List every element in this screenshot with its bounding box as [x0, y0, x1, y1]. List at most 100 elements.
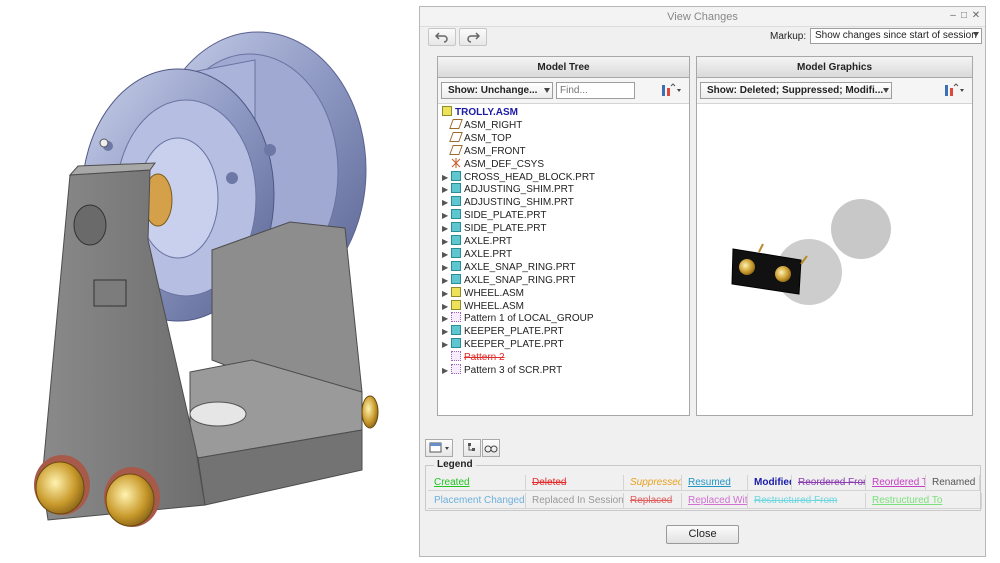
tree-item[interactable]: Pattern 2: [442, 351, 505, 364]
expand-arrow-icon[interactable]: ▶: [442, 209, 451, 222]
expand-arrow-icon[interactable]: ▶: [442, 248, 451, 261]
legend-item: Placement Changed: [428, 493, 526, 509]
part-icon: [451, 247, 461, 258]
tree-item[interactable]: ASM_DEF_CSYS: [442, 157, 545, 171]
tree-item[interactable]: ▶ KEEPER_PLATE.PRT: [442, 338, 564, 351]
glasses-view-button[interactable]: [482, 439, 500, 457]
pattern-icon: [451, 351, 461, 362]
find-input[interactable]: [556, 82, 635, 99]
dialog-title: View Changes: [667, 11, 738, 23]
model-graphics-title: Model Graphics: [697, 57, 972, 78]
part-icon: [451, 235, 461, 245]
tree-item[interactable]: ▶ ADJUSTING_SHIM.PRT: [442, 196, 574, 209]
expand-arrow-icon[interactable]: ▶: [442, 171, 451, 184]
tree-item[interactable]: ▶ WHEEL.ASM: [442, 286, 524, 300]
tree-item[interactable]: ▶ KEEPER_PLATE.PRT: [442, 325, 564, 338]
layout-dropdown-button[interactable]: [425, 439, 453, 457]
part-icon: [451, 222, 461, 233]
tree-item-label: ADJUSTING_SHIM.PRT: [464, 197, 574, 209]
graphics-settings-icon[interactable]: [943, 83, 965, 98]
tree-item[interactable]: ▶ AXLE_SNAP_RING.PRT: [442, 273, 576, 287]
tree-item[interactable]: ▶ AXLE.PRT: [442, 247, 512, 261]
tree-item-label: ASM_DEF_CSYS: [464, 158, 545, 170]
undo-button[interactable]: [428, 28, 456, 46]
tree-item[interactable]: TROLLY.ASM: [442, 106, 518, 119]
markup-select[interactable]: Show changes since start of session: [810, 28, 982, 44]
part-icon: [451, 209, 461, 220]
legend-item: Replaced In Session: [526, 493, 624, 509]
tree-item[interactable]: ASM_RIGHT: [442, 118, 523, 132]
tree-item[interactable]: ▶ CROSS_HEAD_BLOCK.PRT: [442, 170, 595, 184]
tree-item-label: ADJUSTING_SHIM.PRT: [464, 184, 574, 196]
model-tree-title: Model Tree: [438, 57, 689, 78]
tree-item[interactable]: ASM_FRONT: [442, 144, 526, 158]
tree-item[interactable]: ▶ ADJUSTING_SHIM.PRT: [442, 183, 574, 196]
legend-item: Created: [428, 475, 526, 491]
expand-arrow-icon[interactable]: ▶: [442, 300, 451, 313]
tree-item[interactable]: ▶ Pattern 3 of SCR.PRT: [442, 364, 562, 377]
expand-arrow-icon[interactable]: ▶: [442, 274, 451, 287]
cad-model-viewport[interactable]: [0, 0, 418, 563]
close-button[interactable]: Close: [666, 525, 739, 544]
tree-item[interactable]: ▶ AXLE_SNAP_RING.PRT: [442, 260, 576, 274]
tree-item-label: AXLE_SNAP_RING.PRT: [464, 274, 576, 286]
tree-item[interactable]: ▶ AXLE.PRT: [442, 235, 512, 248]
part-icon: [451, 183, 461, 194]
markup-label: Markup:: [770, 31, 807, 42]
legend-item: Reordered From: [792, 475, 866, 491]
tree-item-label: CROSS_HEAD_BLOCK.PRT: [464, 171, 595, 183]
tree-item-label: SIDE_PLATE.PRT: [464, 223, 547, 235]
scr-nut-right: [104, 467, 160, 527]
chevron-down-icon: [973, 32, 979, 37]
glasses-icon: [484, 445, 498, 453]
expand-arrow-icon[interactable]: ▶: [442, 338, 451, 351]
tree-item[interactable]: ASM_TOP: [442, 131, 512, 145]
tree-icon: [468, 443, 475, 451]
redo-button[interactable]: [459, 28, 487, 46]
tree-item[interactable]: ▶ SIDE_PLATE.PRT: [442, 209, 546, 222]
tree-item[interactable]: ▶ Pattern 1 of LOCAL_GROUP: [442, 312, 594, 325]
scr-head: [739, 259, 755, 275]
tree-item-label: ASM_TOP: [464, 132, 512, 144]
expand-arrow-icon[interactable]: ▶: [442, 287, 451, 300]
tree-item-label: KEEPER_PLATE.PRT: [464, 326, 564, 338]
markup-select-value: Show changes since start of session: [815, 30, 977, 41]
expand-arrow-icon[interactable]: ▶: [442, 261, 451, 274]
asm-icon: [451, 286, 461, 297]
expand-arrow-icon[interactable]: ▶: [442, 235, 451, 248]
expand-arrow-icon[interactable]: ▶: [442, 312, 451, 325]
model-graphics-show-dropdown[interactable]: Show: Deleted; Suppressed; Modifi...: [700, 82, 892, 99]
tree-item-label: AXLE.PRT: [464, 236, 513, 247]
wheel-ghost-back: [831, 199, 891, 259]
tree-view-button[interactable]: [463, 439, 481, 457]
expand-arrow-icon[interactable]: ▶: [442, 196, 451, 209]
part-icon: [451, 325, 461, 336]
tree-item[interactable]: ▶ SIDE_PLATE.PRT: [442, 222, 546, 235]
model-graphics-canvas[interactable]: [697, 104, 972, 415]
tree-settings-icon[interactable]: [660, 83, 682, 98]
keeper-screw: [99, 138, 109, 148]
maximize-icon[interactable]: □: [958, 10, 970, 22]
expand-arrow-icon[interactable]: ▶: [442, 364, 451, 377]
legend-item: Renamed: [926, 475, 980, 491]
expand-arrow-icon[interactable]: ▶: [442, 222, 451, 235]
axle-end: [73, 204, 107, 246]
tree-item-label: ASM_FRONT: [464, 145, 526, 157]
close-icon[interactable]: ✕: [970, 10, 982, 22]
undo-icon: [435, 32, 448, 43]
model-tree-show-dropdown[interactable]: Show: Unchange...: [441, 82, 553, 99]
tree-item-label: ASM_RIGHT: [464, 119, 523, 131]
part-icon: [451, 170, 461, 181]
expand-arrow-icon[interactable]: ▶: [442, 325, 451, 338]
tree-item[interactable]: ▶ WHEEL.ASM: [442, 299, 524, 313]
tree-item-label: KEEPER_PLATE.PRT: [464, 339, 564, 351]
tree-item-label: TROLLY.ASM: [455, 107, 518, 118]
tree-item-label: Pattern 3 of SCR.PRT: [464, 365, 563, 376]
part-icon: [451, 338, 461, 349]
expand-arrow-icon[interactable]: ▶: [442, 183, 451, 196]
legend-item: Reordered To: [866, 475, 926, 491]
dialog-titlebar: View Changes – □ ✕: [420, 7, 985, 27]
datum-icon: [449, 144, 463, 155]
model-graphics-toolbar: Show: Deleted; Suppressed; Modifi...: [697, 78, 972, 104]
legend-item: Restructured To: [866, 493, 982, 509]
